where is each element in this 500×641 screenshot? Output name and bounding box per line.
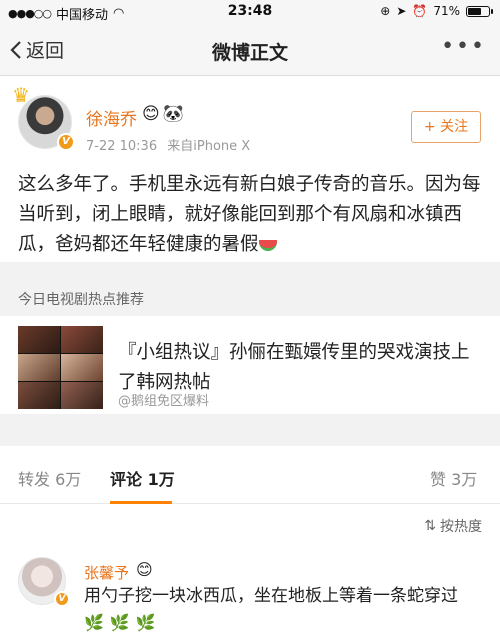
battery-icon [466,5,493,17]
status-bar: ●●●○○ 中国移动 ◠ 23:48 ⊕ ➤ ⏰ 71% [0,0,500,24]
interaction-tabs: 转发 6万 评论 1万 赞 3万 [0,446,500,504]
author-avatar[interactable]: ♛ V [12,83,75,151]
crown-icon: ♛ [12,83,30,107]
watermelon-icon [258,239,277,251]
post-header: ♛ V 徐海乔 😊 🐼 7-22 10:36 来自iPhone X + 关注 [0,77,500,162]
comment-text: 用勺子挖一块冰西瓜，坐在地板上等着一条蛇穿过 [84,586,458,606]
alarm-icon: ⏰ [412,4,428,18]
verified-icon: V [57,133,75,151]
name-badges: 😊 🐼 [142,104,184,124]
comment-item: V 张馨予 😊 用勺子挖一块冰西瓜，坐在地板上等着一条蛇穿过 🌿🌿🌿 [0,545,500,641]
location-icon: ➤ [396,4,407,18]
hot-topic-thumbnail [18,326,103,409]
vip-badge-icon: 😊 [142,104,160,124]
section-divider [0,414,500,446]
tab-comment[interactable]: 评论 1万 [110,466,175,490]
sort-label: 按热度 [440,519,482,535]
page-title: 微博正文 [211,42,288,64]
tab-repost[interactable]: 转发 6万 [18,466,81,490]
verified-icon: V [54,591,70,607]
post-source: 来自iPhone X [167,139,251,154]
sort-row: ⇅ 按热度 [0,505,500,545]
vip-badge-icon: 😊 [136,560,153,579]
author-name[interactable]: 徐海乔 [86,105,137,130]
hot-section-title: 今日电视剧热点推荐 [18,292,144,308]
active-tab-indicator [110,501,172,504]
plant-emoji-icons: 🌿🌿🌿 [84,613,162,632]
hot-topic-card[interactable]: 『小组热议』孙俪在甄嬛传里的哭戏演技上了韩网热帖 @鹅组免区爆料 [0,316,500,414]
post-text-content: 这么多年了。手机里永远有新白娘子传奇的音乐。因为每当听到，闭上眼睛，就好像能回到… [18,174,481,255]
tab-like[interactable]: 赞 3万 [430,466,477,490]
commenter-name[interactable]: 张馨予 [84,562,129,583]
battery-percent: 71% [433,4,460,18]
sort-button[interactable]: ⇅ 按热度 [424,516,482,536]
post-text: 这么多年了。手机里永远有新白娘子传奇的音乐。因为每当听到，闭上眼睛，就好像能回到… [18,170,488,260]
post-meta: 7-22 10:36 来自iPhone X [86,135,256,154]
follow-button[interactable]: + 关注 [411,111,481,143]
panda-badge-icon: 🐼 [162,104,184,124]
status-right: ⊕ ➤ ⏰ 71% [380,4,493,18]
hot-topic-title: 『小组热议』孙俪在甄嬛传里的哭戏演技上了韩网热帖 [118,342,470,393]
rotation-lock-icon: ⊕ [380,4,391,18]
nav-bar: 返回 微博正文 ••• [0,24,500,76]
more-button[interactable]: ••• [441,34,486,59]
hot-topic-source: @鹅组免区爆料 [118,394,210,409]
post-time: 7-22 10:36 [86,139,158,154]
sort-icon: ⇅ [424,518,436,534]
